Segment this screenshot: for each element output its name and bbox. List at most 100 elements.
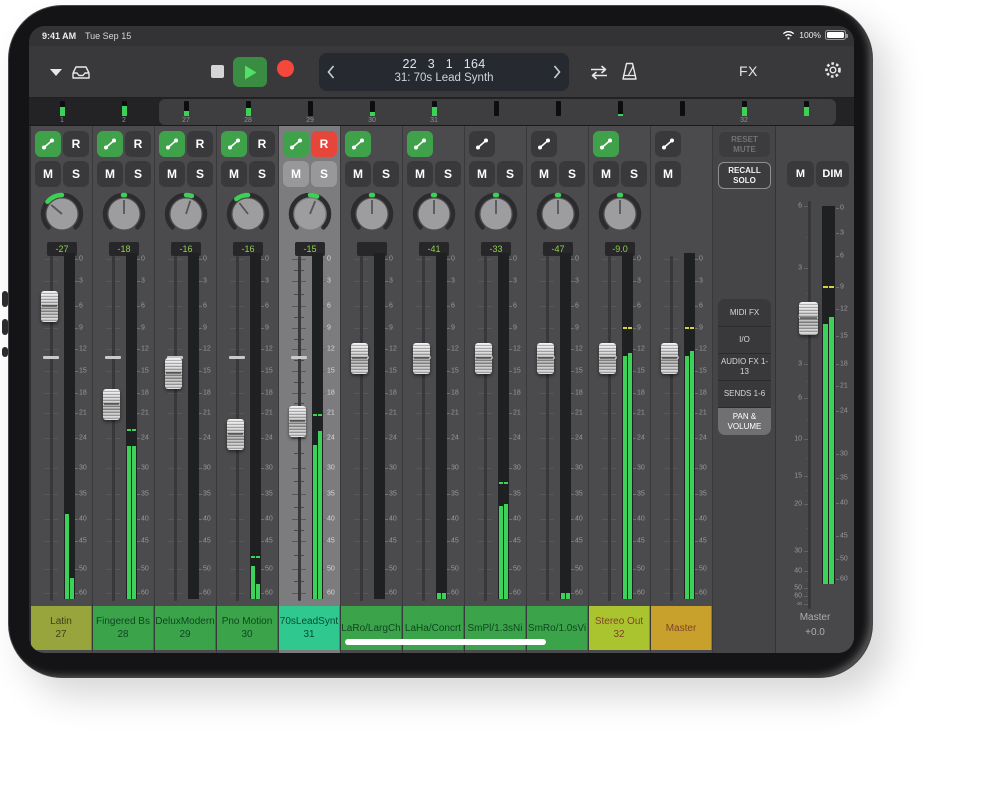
master-mute-button[interactable]: M [787, 161, 814, 187]
overview-channel-meter[interactable] [680, 101, 685, 116]
master-dim-button[interactable]: DIM [816, 161, 849, 187]
solo-button[interactable]: S [187, 161, 213, 187]
solo-button[interactable]: S [621, 161, 647, 187]
mute-button[interactable]: M [35, 161, 61, 187]
solo-button[interactable]: S [559, 161, 585, 187]
solo-button[interactable]: S [435, 161, 461, 187]
play-button[interactable] [233, 57, 267, 87]
mute-button[interactable]: M [221, 161, 247, 187]
mute-button[interactable]: M [97, 161, 123, 187]
solo-button[interactable]: S [63, 161, 89, 187]
automation-button[interactable] [469, 131, 495, 157]
track-name-label[interactable]: Master [651, 606, 712, 650]
track-name-label[interactable]: 70sLeadSynt 31 [279, 606, 340, 650]
pan-knob[interactable] [164, 190, 208, 238]
pan-knob[interactable] [40, 190, 84, 238]
reset-mute-button[interactable]: RESET MUTE [718, 131, 771, 158]
volume-fader-handle[interactable] [41, 291, 58, 322]
mixer-overview-strip[interactable]: 12272829303132 [29, 98, 854, 126]
automation-button[interactable] [593, 131, 619, 157]
automation-button[interactable] [531, 131, 557, 157]
pan-knob[interactable] [536, 190, 580, 238]
solo-button[interactable]: S [373, 161, 399, 187]
mute-button[interactable]: M [159, 161, 185, 187]
pan-knob[interactable] [226, 190, 270, 238]
overview-channel-meter[interactable] [122, 101, 127, 116]
chevron-down-icon[interactable] [49, 68, 63, 77]
master-fader-handle[interactable] [799, 302, 818, 335]
overview-channel-meter[interactable] [432, 101, 437, 116]
volume-fader-handle[interactable] [475, 343, 492, 374]
record-enable-button[interactable]: R [125, 131, 151, 157]
pan-knob[interactable] [412, 190, 456, 238]
recall-solo-button[interactable]: RECALL SOLO [718, 162, 771, 189]
track-name-label[interactable]: DeluxModern 29 [155, 606, 216, 650]
volume-fader-handle[interactable] [537, 343, 554, 374]
overview-channel-meter[interactable] [494, 101, 499, 116]
stop-button[interactable] [211, 65, 224, 78]
automation-button[interactable] [345, 131, 371, 157]
automation-button[interactable] [35, 131, 61, 157]
track-name-label[interactable]: Stereo Out 32 [589, 606, 650, 650]
overview-channel-meter[interactable] [742, 101, 747, 116]
volume-fader-handle[interactable] [103, 389, 120, 420]
mute-button[interactable]: M [593, 161, 619, 187]
overview-channel-meter[interactable] [184, 101, 189, 116]
volume-fader-handle[interactable] [661, 343, 678, 374]
track-name-label[interactable]: Latin 27 [31, 606, 92, 650]
overview-channel-meter[interactable] [618, 101, 623, 116]
pan-knob[interactable] [288, 190, 332, 238]
cycle-icon[interactable] [587, 64, 611, 81]
volume-fader-handle[interactable] [413, 343, 430, 374]
lcd-display[interactable]: 22 3 1 164 31: 70s Lead Synth [319, 53, 569, 91]
automation-button[interactable] [221, 131, 247, 157]
previous-marker-icon[interactable] [327, 65, 335, 79]
automation-button[interactable] [407, 131, 433, 157]
solo-button[interactable]: S [497, 161, 523, 187]
mute-button[interactable]: M [531, 161, 557, 187]
volume-fader-handle[interactable] [599, 343, 616, 374]
solo-button[interactable]: S [311, 161, 337, 187]
volume-fader-handle[interactable] [351, 343, 368, 374]
pan-knob[interactable] [598, 190, 642, 238]
overview-channel-meter[interactable] [60, 101, 65, 116]
record-enable-button[interactable]: R [187, 131, 213, 157]
metronome-icon[interactable] [621, 62, 638, 81]
record-enable-button[interactable]: R [63, 131, 89, 157]
solo-button[interactable]: S [125, 161, 151, 187]
record-enable-button[interactable]: R [249, 131, 275, 157]
volume-fader-handle[interactable] [227, 419, 244, 450]
next-marker-icon[interactable] [553, 65, 561, 79]
sidebar-mode-sends-1-6[interactable]: SENDS 1-6 [718, 380, 771, 407]
sidebar-mode-i-o[interactable]: I/O [718, 326, 771, 353]
record-button[interactable] [277, 60, 294, 77]
track-name-label[interactable]: Pno Motion 30 [217, 606, 278, 650]
library-tray-icon[interactable] [71, 63, 91, 80]
overview-channel-meter[interactable] [308, 101, 313, 116]
solo-button[interactable]: S [249, 161, 275, 187]
pan-knob[interactable] [350, 190, 394, 238]
mute-button[interactable]: M [655, 161, 681, 187]
pan-knob[interactable] [102, 190, 146, 238]
overview-channel-meter[interactable] [556, 101, 561, 116]
overview-channel-meter[interactable] [246, 101, 251, 116]
automation-button[interactable] [97, 131, 123, 157]
automation-button[interactable] [283, 131, 309, 157]
sidebar-mode-midi-fx[interactable]: MIDI FX [718, 299, 771, 326]
fx-button[interactable]: FX [739, 63, 758, 79]
overview-channel-meter[interactable] [370, 101, 375, 116]
record-enable-button[interactable]: R [311, 131, 337, 157]
volume-fader-handle[interactable] [289, 406, 306, 437]
mute-button[interactable]: M [407, 161, 433, 187]
sidebar-mode-audio-fx-1-13[interactable]: AUDIO FX 1-13 [718, 353, 771, 380]
track-name-label[interactable]: Fingered Bs 28 [93, 606, 154, 650]
overview-channel-meter[interactable] [804, 101, 809, 116]
settings-gear-icon[interactable] [823, 60, 843, 80]
automation-button[interactable] [655, 131, 681, 157]
automation-button[interactable] [159, 131, 185, 157]
mute-button[interactable]: M [469, 161, 495, 187]
pan-knob[interactable] [474, 190, 518, 238]
volume-fader-handle[interactable] [165, 358, 182, 389]
mute-button[interactable]: M [345, 161, 371, 187]
mute-button[interactable]: M [283, 161, 309, 187]
